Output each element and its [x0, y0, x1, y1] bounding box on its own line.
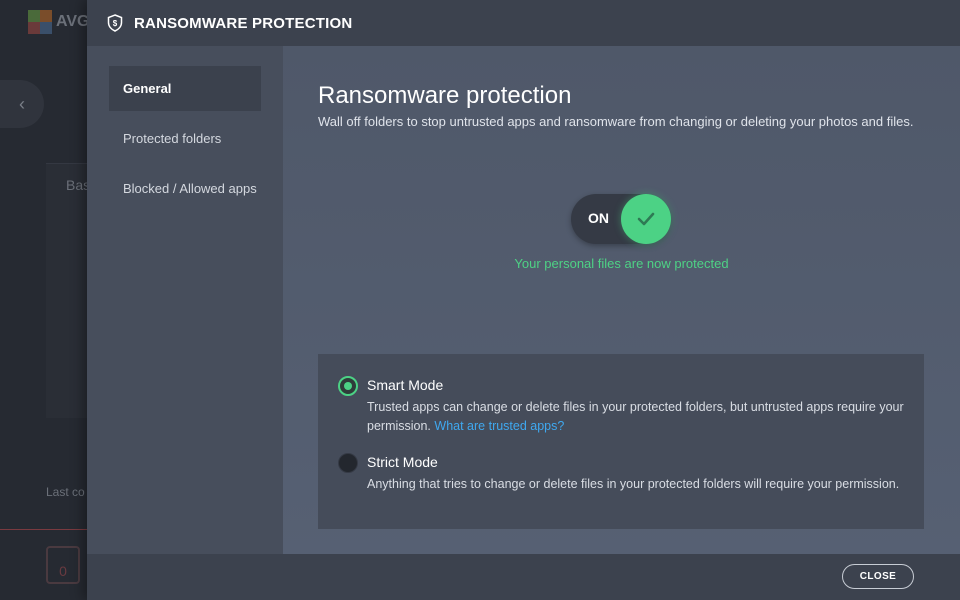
strict-mode-title: Strict Mode — [367, 454, 438, 470]
svg-text:$: $ — [113, 19, 118, 28]
strict-mode-radio[interactable] — [338, 453, 358, 473]
sidebar-item-blocked-allowed-apps[interactable]: Blocked / Allowed apps — [109, 166, 261, 211]
strict-mode-description: Anything that tries to change or delete … — [367, 477, 900, 491]
background-last-label: Last co — [46, 485, 85, 499]
settings-sidebar: General Protected folders Blocked / Allo… — [87, 46, 283, 554]
main-panel: Ransomware protection Wall off folders t… — [283, 46, 960, 554]
avg-logo-mark-icon — [28, 10, 52, 34]
protection-toggle[interactable]: ON — [571, 194, 671, 244]
avg-logo-text: AVG — [56, 13, 90, 30]
shield-icon: $ — [107, 14, 123, 32]
page-title: Ransomware protection — [318, 82, 572, 109]
smart-mode-radio[interactable] — [338, 376, 358, 396]
calendar-value: 0 — [59, 563, 67, 579]
back-button: ‹ — [0, 80, 44, 128]
sidebar-item-protected-folders[interactable]: Protected folders — [109, 116, 261, 161]
smart-mode-title: Smart Mode — [367, 377, 444, 393]
toggle-label: ON — [588, 210, 609, 226]
toggle-knob — [621, 194, 671, 244]
smart-mode-description: Trusted apps can change or delete files … — [367, 398, 907, 436]
sidebar-item-label: Blocked / Allowed apps — [123, 181, 257, 196]
calendar-icon: 0 — [46, 546, 80, 584]
mode-selection: Smart Mode Trusted apps can change or de… — [318, 354, 924, 529]
dialog-footer: CLOSE — [87, 554, 960, 600]
sidebar-item-label: Protected folders — [123, 131, 222, 146]
ransomware-protection-dialog: $ RANSOMWARE PROTECTION General Protecte… — [87, 0, 960, 600]
sidebar-item-label: General — [123, 81, 172, 96]
avg-logo: AVG — [28, 10, 89, 34]
dialog-titlebar: $ RANSOMWARE PROTECTION — [87, 0, 960, 46]
page-subtitle: Wall off folders to stop untrusted apps … — [318, 114, 914, 129]
check-icon — [637, 212, 655, 226]
chevron-left-icon: ‹ — [19, 93, 25, 114]
close-button[interactable]: CLOSE — [842, 564, 914, 589]
trusted-apps-link[interactable]: What are trusted apps? — [434, 419, 564, 433]
protection-status: Your personal files are now protected — [514, 256, 729, 271]
dialog-title: RANSOMWARE PROTECTION — [134, 14, 353, 32]
sidebar-item-general[interactable]: General — [109, 66, 261, 111]
background-divider — [0, 529, 90, 530]
